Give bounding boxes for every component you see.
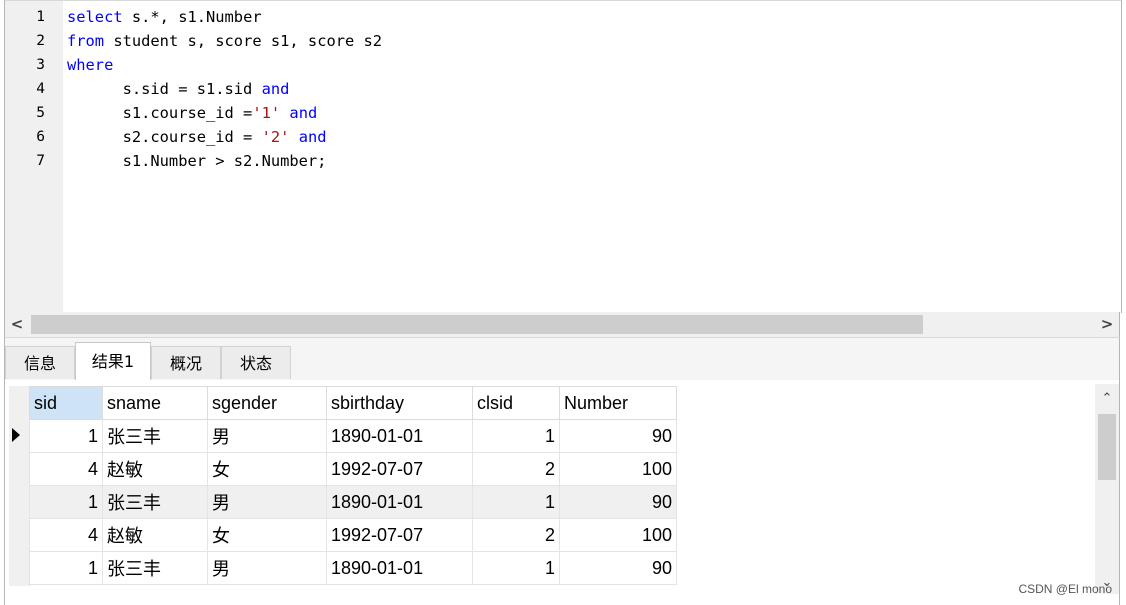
sql-string: '1' [252,104,281,122]
scrollbar-thumb[interactable] [1098,414,1116,480]
column-header-sid[interactable]: sid [29,386,103,420]
cell-sbirthday[interactable]: 1890-01-01 [326,485,473,519]
code-line[interactable]: s2.course_id = '2' and [67,125,327,149]
code-line[interactable]: from student s, score s1, score s2 [67,29,382,53]
row-indicator-column [9,386,30,586]
sql-text: student s, score s1, score s2 [104,32,383,50]
chevron-left-icon[interactable]: < [5,312,29,337]
cell-sname[interactable]: 张三丰 [102,419,208,453]
current-row-arrow-icon [12,428,20,442]
line-number: 5 [36,105,45,121]
column-header-sgender[interactable]: sgender [207,386,327,420]
cell-clsid[interactable]: 1 [472,419,560,453]
line-number: 4 [36,81,45,97]
result-tab-bar: 信息 结果1 概况 状态 [4,338,1120,380]
table-row[interactable]: 1 张三丰男 1890-01-01 1 90 [29,485,677,519]
code-line[interactable]: select s.*, s1.Number [67,5,262,29]
sql-text: s.sid = s1.sid [67,80,262,98]
tab-profile[interactable]: 概况 [151,346,221,379]
cell-sgender[interactable]: 男 [207,485,327,519]
sql-text: s1.Number > s2.Number; [67,152,327,170]
cell-clsid[interactable]: 2 [472,452,560,486]
sql-keyword: and [261,80,290,98]
line-number: 7 [36,153,45,169]
cell-sname[interactable]: 张三丰 [102,551,208,585]
line-number: 3 [36,57,45,73]
column-header-clsid[interactable]: clsid [472,386,560,420]
chevron-up-icon[interactable]: ⌃ [1095,388,1119,410]
chevron-right-icon[interactable]: > [1095,312,1119,337]
cell-clsid[interactable]: 2 [472,518,560,552]
table-row[interactable]: 1 张三丰男 1890-01-01 1 90 [29,419,677,453]
sql-text: s1.course_id = [67,104,253,122]
cell-sbirthday[interactable]: 1890-01-01 [326,419,473,453]
grid-vertical-scrollbar[interactable]: ⌃ ⌄ [1095,384,1119,594]
tab-status[interactable]: 状态 [221,346,291,379]
code-line[interactable]: where [67,53,113,77]
table-row[interactable]: 4 赵敏女 1992-07-07 2 100 [29,452,677,486]
sql-keyword: select [67,8,123,26]
cell-sbirthday[interactable]: 1992-07-07 [326,452,473,486]
scrollbar-thumb[interactable] [31,315,923,334]
cell-number[interactable]: 90 [559,551,677,585]
cell-sbirthday[interactable]: 1890-01-01 [326,551,473,585]
sql-editor[interactable]: 1 select s.*, s1.Number 2 from student s, s… [4,0,1122,313]
code-line[interactable]: s1.Number > s2.Number; [67,149,327,173]
column-header-sname[interactable]: sname [102,386,208,420]
column-header-number[interactable]: Number [559,386,677,420]
cell-sid[interactable]: 4 [29,518,103,552]
sql-text: s.*, s1.Number [122,8,262,26]
sql-keyword: and [289,104,318,122]
cell-clsid[interactable]: 1 [472,551,560,585]
sql-string: '2' [261,128,290,146]
result-grid[interactable]: sid sname sgender sbirthday clsid Number… [4,380,1120,605]
editor-horizontal-scrollbar[interactable]: < > [4,312,1120,338]
cell-sid[interactable]: 4 [29,452,103,486]
sql-text: s2.course_id = [67,128,262,146]
sql-keyword: where [67,56,114,74]
column-header-sbirthday[interactable]: sbirthday [326,386,473,420]
cell-sgender[interactable]: 女 [207,452,327,486]
result-table: sid sname sgender sbirthday clsid Number… [29,386,677,585]
watermark: CSDN @El mono [1018,582,1112,596]
tab-info[interactable]: 信息 [5,346,75,379]
cell-sid[interactable]: 1 [29,419,103,453]
header-row: sid sname sgender sbirthday clsid Number [29,386,677,420]
cell-sgender[interactable]: 男 [207,551,327,585]
cell-clsid[interactable]: 1 [472,485,560,519]
cell-sname[interactable]: 赵敏 [102,518,208,552]
table-row[interactable]: 1 张三丰男 1890-01-01 1 90 [29,551,677,585]
cell-sgender[interactable]: 男 [207,419,327,453]
cell-sname[interactable]: 赵敏 [102,452,208,486]
cell-number[interactable]: 100 [559,518,677,552]
cell-number[interactable]: 90 [559,419,677,453]
sql-keyword: from [67,32,105,50]
sql-keyword: and [298,128,327,146]
line-number: 6 [36,129,45,145]
cell-sid[interactable]: 1 [29,485,103,519]
cell-number[interactable]: 100 [559,452,677,486]
table-row[interactable]: 4 赵敏女 1992-07-07 2 100 [29,518,677,552]
cell-sbirthday[interactable]: 1992-07-07 [326,518,473,552]
line-number: 1 [36,9,45,25]
tab-result1[interactable]: 结果1 [75,342,151,380]
cell-number[interactable]: 90 [559,485,677,519]
cell-sname[interactable]: 张三丰 [102,485,208,519]
code-line[interactable]: s1.course_id ='1' and [67,101,318,125]
cell-sgender[interactable]: 女 [207,518,327,552]
code-line[interactable]: s.sid = s1.sid and [67,77,290,101]
cell-sid[interactable]: 1 [29,551,103,585]
line-number: 2 [36,33,45,49]
